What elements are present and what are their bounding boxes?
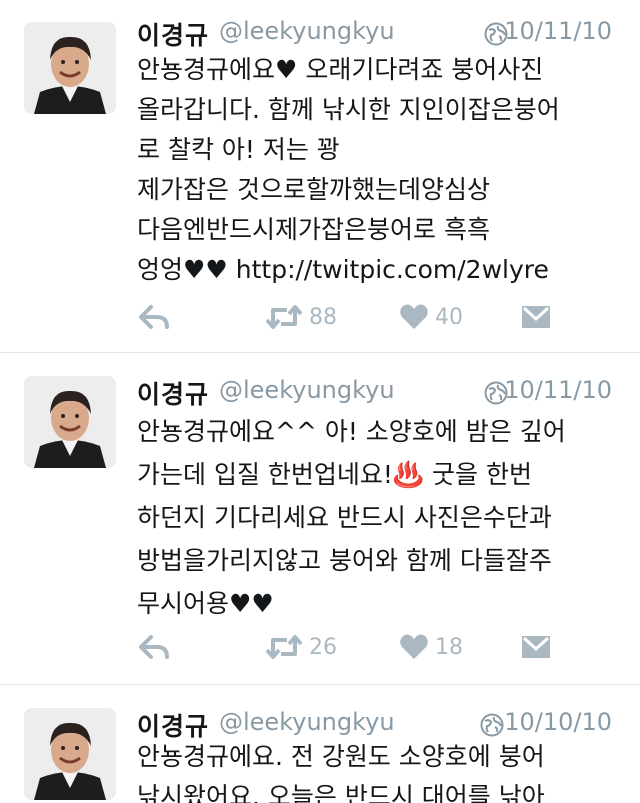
tweet-text: 안뇽경규에요♥ 오래기다려죠 붕어사진 올라갑니다. 함께 낚시한 지인이잡은붕… <box>137 55 560 284</box>
heart-icon <box>400 634 428 659</box>
tweet-date[interactable]: 10/11/10 <box>504 376 612 404</box>
author-handle[interactable]: @leekyungkyu <box>219 708 395 736</box>
reply-button[interactable] <box>137 299 171 335</box>
globe-icon <box>480 713 504 737</box>
like-count: 40 <box>435 304 463 330</box>
tweet-date[interactable]: 10/10/10 <box>504 708 612 736</box>
tweet-date[interactable]: 10/11/10 <box>504 17 612 45</box>
direct-message-icon <box>522 636 550 658</box>
like-count: 18 <box>435 634 463 660</box>
author-name[interactable]: 이경규 <box>137 375 209 411</box>
retweet-count: 88 <box>309 304 337 330</box>
tweet-actions: 26 18 <box>137 629 617 665</box>
retweet-button[interactable]: 88 <box>265 299 337 335</box>
tweet-text: 안뇽경규에요^^ 아! 소양호에 밤은 깊어 가는데 입질 한번업네요!♨️ 굿… <box>137 417 566 618</box>
like-button[interactable]: 18 <box>399 629 463 665</box>
avatar[interactable] <box>24 376 116 468</box>
heart-icon <box>400 304 428 329</box>
tweet[interactable]: 이경규 @leekyungkyu 10/11/10 안뇽경규에요^^ 아! 소양… <box>0 353 640 684</box>
author-name[interactable]: 이경규 <box>137 16 209 52</box>
tweet[interactable]: 이경규 @leekyungkyu 10/11/10 안뇽경규에요♥ 오래기다려죠… <box>0 0 640 352</box>
reply-button[interactable] <box>137 629 171 665</box>
retweet-button[interactable]: 26 <box>265 629 337 665</box>
reply-icon <box>139 635 169 659</box>
author-handle[interactable]: @leekyungkyu <box>219 17 395 45</box>
tweet-actions: 88 40 <box>137 299 617 335</box>
like-button[interactable]: 40 <box>399 299 463 335</box>
direct-message-icon <box>522 306 550 328</box>
avatar[interactable] <box>24 708 116 800</box>
direct-message-button[interactable] <box>521 629 551 665</box>
direct-message-button[interactable] <box>521 299 551 335</box>
tweet[interactable]: 이경규 @leekyungkyu 10/10/10 안뇽경규에요. 전 강원도 … <box>0 685 640 803</box>
retweet-icon <box>265 305 303 329</box>
tweet-text: 안뇽경규에요. 전 강원도 소양호에 붕어 낚시왔어요. 오늘은 반드시 대어를… <box>137 742 545 803</box>
avatar[interactable] <box>24 22 116 114</box>
retweet-icon <box>265 635 303 659</box>
author-handle[interactable]: @leekyungkyu <box>219 376 395 404</box>
retweet-count: 26 <box>309 634 337 660</box>
reply-icon <box>139 305 169 329</box>
